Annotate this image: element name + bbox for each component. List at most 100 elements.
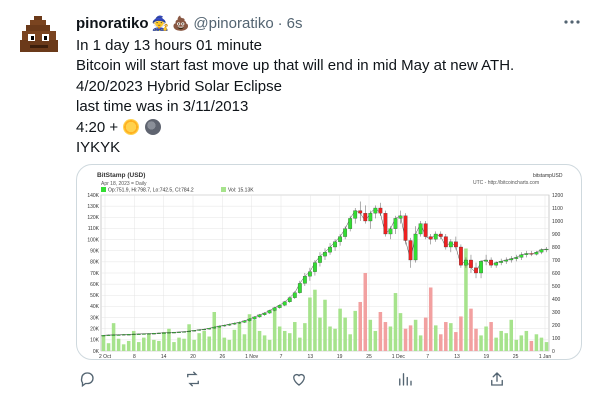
candle-body <box>469 259 473 268</box>
candle-body <box>151 333 156 335</box>
tweet-media-chart[interactable]: BitStamp (USD) bitstampUSD Apr 18, 2023 … <box>76 164 582 360</box>
y-left-tick-label: 140K <box>87 193 99 199</box>
tweet-line: 4/20/2023 Hybrid Solar Eclipse <box>76 77 282 95</box>
volume-bar <box>192 339 196 351</box>
candle-body <box>162 332 166 334</box>
candle-body <box>343 228 348 237</box>
volume-bar <box>489 322 493 351</box>
x-tick-label: 2 Oct <box>99 354 112 360</box>
candle-body <box>368 213 373 222</box>
y-right-tick-label: 600 <box>552 271 561 277</box>
x-tick-label: 19 <box>337 354 343 360</box>
volume-bar <box>338 308 342 351</box>
candle-body <box>318 255 322 263</box>
candle-body <box>539 249 544 253</box>
volume-bar <box>378 312 383 351</box>
share-button[interactable] <box>486 368 508 390</box>
candle-body <box>489 259 493 266</box>
tweet-timestamp[interactable]: 6s <box>287 15 303 32</box>
like-button[interactable] <box>288 368 310 390</box>
volume-bar <box>227 339 232 351</box>
avatar[interactable] <box>18 14 60 58</box>
candle-body <box>126 334 131 336</box>
candle-body <box>519 254 524 258</box>
share-icon <box>491 372 503 386</box>
volume-bar <box>242 334 247 351</box>
x-tick-label: 7 <box>280 354 283 360</box>
reply-button[interactable] <box>76 368 98 390</box>
volume-bar <box>202 330 206 351</box>
volume-bar <box>474 328 478 351</box>
candle-body <box>544 248 549 251</box>
tweet-line: In 1 day 13 hours 01 minute <box>76 37 262 54</box>
candle-body <box>302 276 307 284</box>
candle-body <box>141 333 146 335</box>
tweet-line: last time was in 3/11/2013 <box>76 98 249 116</box>
candle-body <box>484 259 488 262</box>
legend-vol: Vol: 15.13K <box>228 188 254 194</box>
volume-bar <box>162 332 166 351</box>
volume-bar <box>126 340 131 351</box>
candle-body <box>418 223 423 235</box>
volume-bar <box>444 322 448 351</box>
chart-credit: UTC - http://bitcoincharts.com <box>473 180 539 186</box>
candle-body <box>227 324 232 326</box>
user-handle[interactable]: @pinoratiko <box>193 15 273 32</box>
candle-body <box>267 310 272 314</box>
retweet-button[interactable] <box>182 368 204 390</box>
candle-body <box>101 335 106 337</box>
candle-body <box>287 297 292 302</box>
views-button[interactable] <box>394 368 416 390</box>
volume-bar <box>433 325 438 351</box>
volume-bar <box>272 308 277 351</box>
x-tick-label: 19 <box>484 354 490 360</box>
volume-bar <box>484 326 488 351</box>
candle-body <box>373 207 378 214</box>
candle-body <box>136 333 141 335</box>
volume-bar <box>509 319 514 351</box>
volume-bar <box>494 337 498 351</box>
volume-bar <box>217 326 222 351</box>
more-options-icon[interactable] <box>562 12 582 32</box>
candle-body <box>423 223 428 237</box>
volume-bar <box>368 319 373 351</box>
candle-body <box>121 334 126 336</box>
display-name[interactable]: pinoratiko <box>76 15 149 32</box>
volume-bar <box>172 342 176 351</box>
y-left-tick-label: 30K <box>90 315 100 321</box>
y-left-tick-label: 60K <box>90 282 100 288</box>
volume-bar <box>323 299 327 351</box>
candle-body <box>111 334 116 336</box>
volume-bar <box>383 322 388 351</box>
volume-bar <box>519 335 524 351</box>
x-tick-label: 14 <box>161 354 167 360</box>
y-right-tick-label: 500 <box>552 284 561 290</box>
y-left-tick-label: 130K <box>87 204 99 210</box>
candle-body <box>197 329 202 331</box>
x-tick-label: 1 Jan <box>539 354 551 360</box>
volume-bar <box>167 328 171 351</box>
volume-bar <box>267 339 272 351</box>
candle-body <box>338 236 342 242</box>
tweet-line-with-emojis: 4:20 + <box>76 118 582 138</box>
volume-bar <box>454 332 458 351</box>
price-chart: BitStamp (USD) bitstampUSD Apr 18, 2023 … <box>87 172 563 360</box>
views-icon <box>399 373 412 386</box>
volume-bar <box>358 301 362 351</box>
volume-bar <box>303 323 307 351</box>
candle-body <box>443 236 448 248</box>
y-left-tick-label: 20K <box>90 327 100 333</box>
volume-bar <box>111 323 116 351</box>
candle-body <box>292 292 297 298</box>
legend-ohlc-swatch <box>101 187 106 192</box>
volume-bar <box>328 326 332 351</box>
volume-bar <box>469 308 473 351</box>
legend-ohlc: Op:751.9, Hi:798.7, Lo:742.5, Cl:784.2 <box>108 188 194 194</box>
chart-title: BitStamp (USD) <box>97 172 145 179</box>
tweet-line: Bitcoin will start fast move up that wil… <box>76 57 515 75</box>
candle-body <box>499 261 504 263</box>
candle-body <box>514 257 519 259</box>
candle-body <box>212 326 217 329</box>
volume-bar <box>459 316 463 351</box>
y-left-tick-label: 100K <box>87 237 99 243</box>
